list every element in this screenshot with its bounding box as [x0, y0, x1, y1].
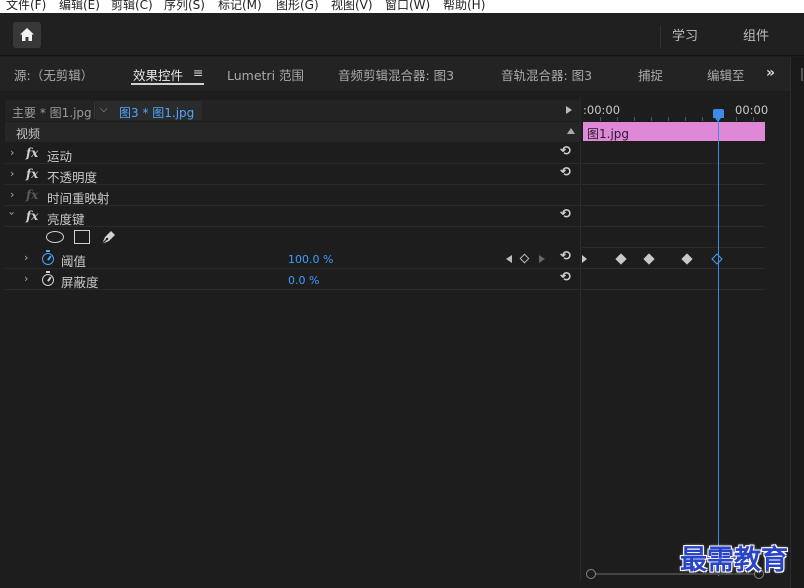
stopwatch-icon[interactable] — [42, 250, 54, 265]
ruler-tick — [736, 117, 737, 121]
timeline-row-divider — [582, 226, 765, 227]
video-section-header — [5, 122, 581, 142]
tab-effect-controls[interactable]: 效果控件 — [133, 65, 183, 84]
workspace-assembly[interactable]: 组件 — [743, 25, 769, 44]
menu-edit[interactable]: 编辑(E) — [59, 0, 100, 13]
effect-name-luma-key: 亮度键 — [47, 212, 85, 227]
chevron-right-icon[interactable]: › — [10, 146, 14, 159]
keyframe-navigator — [506, 253, 550, 265]
workspace-learn[interactable]: 学习 — [672, 25, 698, 44]
time-end-label: 00:00 — [735, 103, 769, 117]
reset-icon[interactable]: ⟲ — [560, 249, 571, 264]
param-name-threshold: 阈值 — [61, 254, 87, 269]
param-value-threshold[interactable]: 100.0 % — [288, 253, 333, 266]
rectangle-mask-icon[interactable] — [74, 230, 90, 244]
reset-icon[interactable]: ⟲ — [560, 165, 571, 180]
sequence-clip-label[interactable]: 图3 * 图1.jpg — [119, 104, 194, 121]
timeline-row-divider — [582, 184, 765, 185]
timeline-clip-label: 图1.jpg — [587, 127, 630, 141]
panel-tab-bar: 源:（无剪辑） 效果控件 ≡ Lumetri 范围 音频剪辑混合器: 图3 音轨… — [0, 57, 790, 91]
home-button[interactable] — [13, 22, 41, 48]
param-value-mask-amount[interactable]: 0.0 % — [288, 274, 319, 287]
menu-file[interactable]: 文件(F) — [6, 0, 46, 13]
reset-icon[interactable]: ⟲ — [560, 270, 571, 285]
tab-source[interactable]: 源:（无剪辑） — [14, 65, 93, 84]
workspace-header: 学习 组件 — [0, 13, 804, 56]
timeline-row-divider — [582, 247, 765, 248]
workspace-divider — [660, 26, 661, 48]
playhead-icon[interactable] — [713, 109, 724, 122]
menu-help[interactable]: 帮助(H) — [443, 0, 485, 13]
menu-sequence[interactable]: 序列(S) — [164, 0, 205, 13]
ellipse-mask-icon[interactable] — [46, 231, 64, 243]
ruler-tick — [702, 117, 703, 121]
play-icon[interactable] — [566, 106, 572, 114]
tab-menu-icon[interactable]: ≡ — [193, 65, 203, 80]
ruler-tick — [634, 117, 635, 121]
menu-window[interactable]: 窗口(W) — [385, 0, 430, 13]
tab-edit-to[interactable]: 编辑至 — [707, 65, 745, 84]
chevron-right-icon[interactable]: › — [24, 251, 28, 264]
timeline-row-divider — [582, 163, 765, 164]
home-icon — [20, 28, 34, 41]
tab-audio-clip-mixer[interactable]: 音频剪辑混合器: 图3 — [338, 65, 454, 84]
next-keyframe-icon[interactable] — [539, 255, 545, 263]
ruler-tick — [651, 117, 652, 121]
fx-icon[interactable]: fx — [26, 146, 38, 160]
time-start-label: :00:00 — [583, 103, 621, 117]
ruler-tick — [685, 117, 686, 121]
timeline-row-divider — [582, 289, 765, 290]
ruler-tick — [600, 117, 601, 121]
fx-icon: fx — [26, 188, 39, 202]
add-keyframe-icon[interactable] — [519, 253, 530, 264]
previous-keyframe-icon[interactable] — [506, 255, 512, 263]
effect-name-opacity: 不透明度 — [47, 170, 98, 185]
fx-icon[interactable]: fx — [26, 167, 38, 181]
ruler-tick — [617, 117, 618, 121]
active-tab-indicator — [131, 83, 204, 85]
ruler-tick — [753, 117, 754, 121]
collapse-icon[interactable] — [567, 128, 575, 134]
pen-mask-icon[interactable] — [100, 228, 118, 246]
menu-graphics[interactable]: 图形(G) — [276, 0, 319, 13]
playhead-line — [718, 116, 719, 576]
more-tabs-button[interactable]: » — [766, 65, 775, 81]
reset-icon[interactable]: ⟲ — [560, 144, 571, 159]
effect-name-time-remap: 时间重映射 — [47, 191, 110, 206]
source-divider — [94, 102, 95, 119]
chevron-right-icon[interactable]: › — [10, 188, 14, 201]
effect-row-motion[interactable] — [5, 143, 581, 164]
chevron-down-icon[interactable]: ⌵ — [100, 104, 108, 115]
master-clip-label[interactable]: 主要 * 图1.jpg — [12, 104, 92, 121]
menu-clip[interactable]: 剪辑(C) — [111, 0, 153, 13]
scrollbar-handle-left[interactable] — [586, 569, 596, 579]
adjacent-panel-edge — [790, 57, 804, 588]
timeline-row-divider — [582, 205, 765, 206]
keyframe-offscreen-icon — [582, 255, 587, 263]
menu-marker[interactable]: 标记(M) — [218, 0, 262, 13]
ruler-tick — [668, 117, 669, 121]
video-section-label: 视频 — [16, 127, 41, 141]
effect-row-luma-key[interactable] — [5, 206, 581, 227]
chevron-right-icon[interactable]: › — [24, 272, 28, 285]
watermark-logo: 最需教育 — [680, 545, 788, 576]
effect-name-motion: 运动 — [47, 149, 73, 164]
menu-view[interactable]: 视图(V) — [331, 0, 373, 13]
param-name-mask-amount: 屏蔽度 — [61, 275, 99, 290]
menu-bar: 文件(F) 编辑(E) 剪辑(C) 序列(S) 标记(M) 图形(G) 视图(V… — [0, 0, 804, 13]
reset-icon[interactable]: ⟲ — [560, 207, 571, 222]
chevron-right-icon[interactable]: › — [10, 167, 14, 180]
timeline-row-divider — [582, 268, 765, 269]
tab-capture[interactable]: 捕捉 — [638, 65, 663, 84]
tab-audio-track-mixer[interactable]: 音轨混合器: 图3 — [501, 65, 592, 84]
fx-icon[interactable]: fx — [26, 209, 38, 223]
chevron-down-icon[interactable]: › — [6, 211, 19, 215]
tab-lumetri-scopes[interactable]: Lumetri 范围 — [227, 65, 304, 84]
stopwatch-icon[interactable] — [42, 271, 54, 286]
